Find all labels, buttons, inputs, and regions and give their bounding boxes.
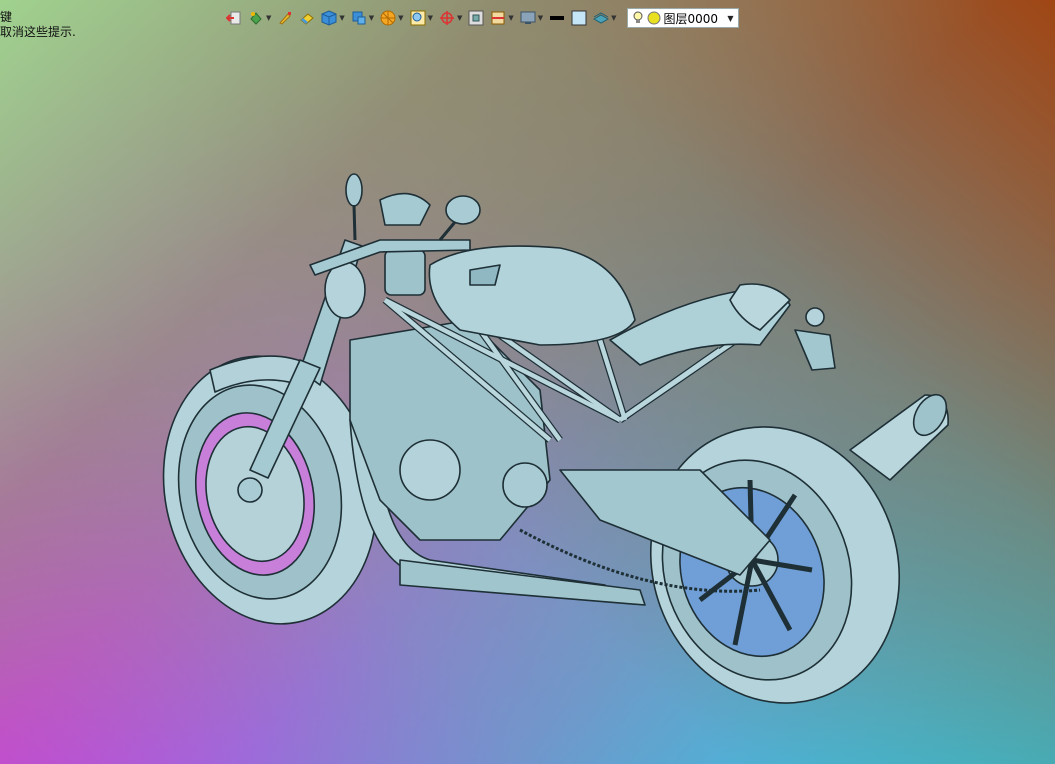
eraser-button[interactable] [299,7,315,29]
chevron-down-icon[interactable]: ▼ [538,14,543,22]
chevron-down-icon[interactable]: ▼ [398,14,403,22]
brush-button[interactable] [277,7,293,29]
render-button[interactable]: ▼ [351,7,374,29]
exit-button[interactable] [226,7,242,29]
chevron-down-icon[interactable]: ▼ [457,14,462,22]
chevron-down-icon[interactable]: ▼ [266,14,271,22]
cube-button[interactable]: ▼ [321,7,345,29]
color-swatch-icon [571,10,587,26]
sphere-icon [380,10,396,26]
lightbulb-icon [633,11,643,23]
3d-viewport[interactable] [0,0,1055,764]
section-view-button[interactable]: ▼ [490,7,514,29]
layer-status-icon [647,11,661,25]
zoom-window-button[interactable]: ▼ [410,7,433,29]
chevron-down-icon[interactable]: ▼ [727,14,733,23]
view-toolbar: ▼ ▼ ▼ ▼ ▼ ▼ ▼ ▼ ▼ 图层0000 ▼ [226,6,739,30]
chevron-down-icon[interactable]: ▼ [369,14,374,22]
chevron-down-icon[interactable]: ▼ [611,14,616,22]
display-button[interactable]: ▼ [520,7,543,29]
paint-bucket-icon [250,12,262,25]
sphere-button[interactable]: ▼ [380,7,404,29]
section-icon [491,11,505,25]
layers-icon [593,12,610,24]
eraser-icon [300,13,315,25]
layers-button[interactable]: ▼ [593,7,617,29]
crosshair-icon [439,11,454,25]
paint-bucket-button[interactable]: ▼ [248,7,271,29]
brush-icon [279,12,292,25]
render-icon [352,11,366,25]
fit-icon [468,10,484,26]
fit-view-button[interactable] [468,7,484,29]
crosshair-button[interactable]: ▼ [439,7,462,29]
layer-name: 图层0000 [663,11,719,26]
color-swatch-button[interactable] [571,7,587,29]
chevron-down-icon[interactable]: ▼ [339,14,344,22]
motorcycle-model [162,173,949,704]
layer-select[interactable]: 图层0000 ▼ [626,8,739,28]
exit-icon [226,11,241,25]
line-weight-button[interactable] [549,7,565,29]
display-icon [520,11,536,24]
line-weight-icon [550,16,565,20]
cube-icon [321,10,337,26]
chevron-down-icon[interactable]: ▼ [508,14,513,22]
zoom-window-icon [410,10,426,26]
chevron-down-icon[interactable]: ▼ [428,14,433,22]
